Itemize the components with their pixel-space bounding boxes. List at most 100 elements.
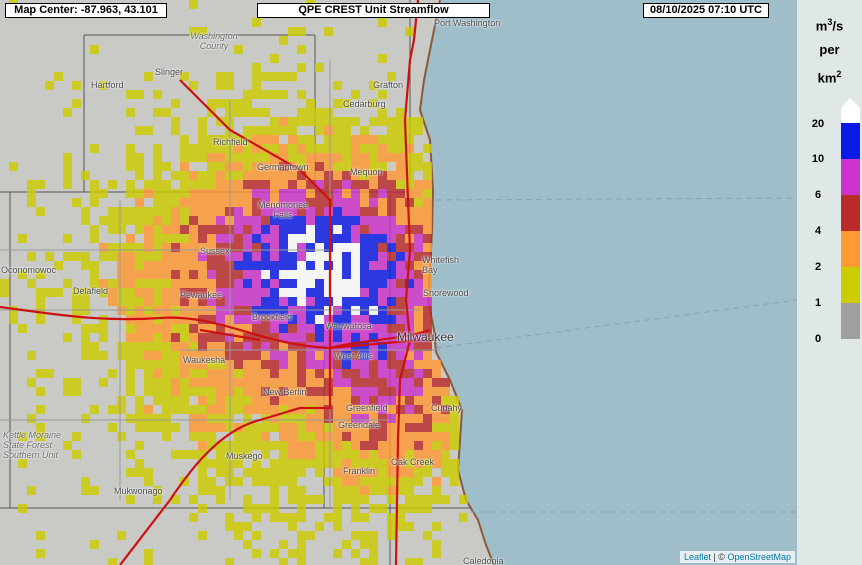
- precip-cell: [369, 441, 378, 450]
- precip-cell: [369, 378, 378, 387]
- precip-cell: [423, 378, 432, 387]
- precip-cell: [441, 441, 450, 450]
- precip-cell: [252, 423, 261, 432]
- precip-cell: [117, 225, 126, 234]
- precip-cell: [234, 288, 243, 297]
- precip-cell: [234, 207, 243, 216]
- precip-cell: [396, 207, 405, 216]
- precip-cell: [153, 414, 162, 423]
- precip-cell: [252, 270, 261, 279]
- precip-cell: [216, 279, 225, 288]
- precip-cell: [315, 360, 324, 369]
- precip-cell: [297, 378, 306, 387]
- precip-cell: [171, 234, 180, 243]
- precip-cell: [171, 378, 180, 387]
- color-legend: m3/s per km2 20 10 6 4 2 1 0: [797, 0, 862, 565]
- precip-cell: [351, 450, 360, 459]
- precip-cell: [243, 216, 252, 225]
- precip-cell: [342, 189, 351, 198]
- precip-cell: [396, 117, 405, 126]
- precip-cell: [288, 468, 297, 477]
- precip-cell: [378, 234, 387, 243]
- precip-cell: [162, 243, 171, 252]
- precip-cell: [324, 117, 333, 126]
- precip-cell: [342, 225, 351, 234]
- precip-cell: [189, 216, 198, 225]
- precip-cell: [306, 531, 315, 540]
- precip-cell: [288, 495, 297, 504]
- precip-cell: [90, 180, 99, 189]
- precip-cell: [423, 144, 432, 153]
- precip-cell: [360, 216, 369, 225]
- precip-cell: [306, 333, 315, 342]
- precip-cell: [225, 513, 234, 522]
- precip-cell: [135, 288, 144, 297]
- precip-cell: [288, 351, 297, 360]
- precip-cell: [243, 297, 252, 306]
- precip-cell: [207, 99, 216, 108]
- precip-cell: [135, 324, 144, 333]
- precip-cell: [90, 324, 99, 333]
- precip-cell: [126, 333, 135, 342]
- precip-cell: [387, 468, 396, 477]
- precip-cell: [387, 198, 396, 207]
- precip-cell: [117, 297, 126, 306]
- precip-cell: [162, 189, 171, 198]
- precip-cell: [450, 432, 459, 441]
- precip-cell: [216, 486, 225, 495]
- map-view[interactable]: Port Washington Washington County Hartfo…: [0, 0, 797, 565]
- precip-cell: [252, 171, 261, 180]
- precip-cell: [351, 288, 360, 297]
- precip-cell: [162, 423, 171, 432]
- precip-cell: [234, 378, 243, 387]
- precip-cell: [297, 351, 306, 360]
- precip-cell: [162, 108, 171, 117]
- precip-cell: [36, 387, 45, 396]
- precip-cell: [369, 279, 378, 288]
- precip-cell: [315, 495, 324, 504]
- place-label: Mequon: [350, 167, 383, 177]
- precip-cell: [369, 234, 378, 243]
- precip-cell: [351, 180, 360, 189]
- precip-cell: [369, 558, 378, 565]
- precip-cell: [405, 441, 414, 450]
- precip-cell: [108, 243, 117, 252]
- precip-cell: [342, 180, 351, 189]
- precip-cell: [162, 351, 171, 360]
- precip-cell: [315, 252, 324, 261]
- precip-cell: [162, 396, 171, 405]
- precip-cell: [270, 135, 279, 144]
- precip-cell: [342, 333, 351, 342]
- precip-cell: [234, 315, 243, 324]
- precip-cell: [450, 477, 459, 486]
- precip-cell: [216, 369, 225, 378]
- precip-cell: [36, 369, 45, 378]
- precip-cell: [423, 279, 432, 288]
- precip-cell: [297, 261, 306, 270]
- precip-cell: [342, 153, 351, 162]
- precip-cell: [423, 369, 432, 378]
- precip-cell: [234, 441, 243, 450]
- precip-cell: [180, 171, 189, 180]
- precip-cell: [216, 315, 225, 324]
- precip-cell: [189, 252, 198, 261]
- precip-cell: [144, 189, 153, 198]
- leaflet-link[interactable]: Leaflet: [684, 552, 711, 562]
- precip-cell: [333, 405, 342, 414]
- precip-cell: [414, 207, 423, 216]
- precip-cell: [90, 486, 99, 495]
- precip-cell: [171, 243, 180, 252]
- osm-link[interactable]: OpenStreetMap: [727, 552, 791, 562]
- precip-cell: [162, 297, 171, 306]
- precip-cell: [315, 207, 324, 216]
- precip-cell: [360, 369, 369, 378]
- precip-cell: [387, 495, 396, 504]
- precip-cell: [144, 387, 153, 396]
- precip-cell: [72, 198, 81, 207]
- precip-cell: [279, 423, 288, 432]
- precip-cell: [396, 270, 405, 279]
- precip-cell: [378, 324, 387, 333]
- precip-cell: [342, 270, 351, 279]
- precip-cell: [270, 270, 279, 279]
- precip-cell: [153, 144, 162, 153]
